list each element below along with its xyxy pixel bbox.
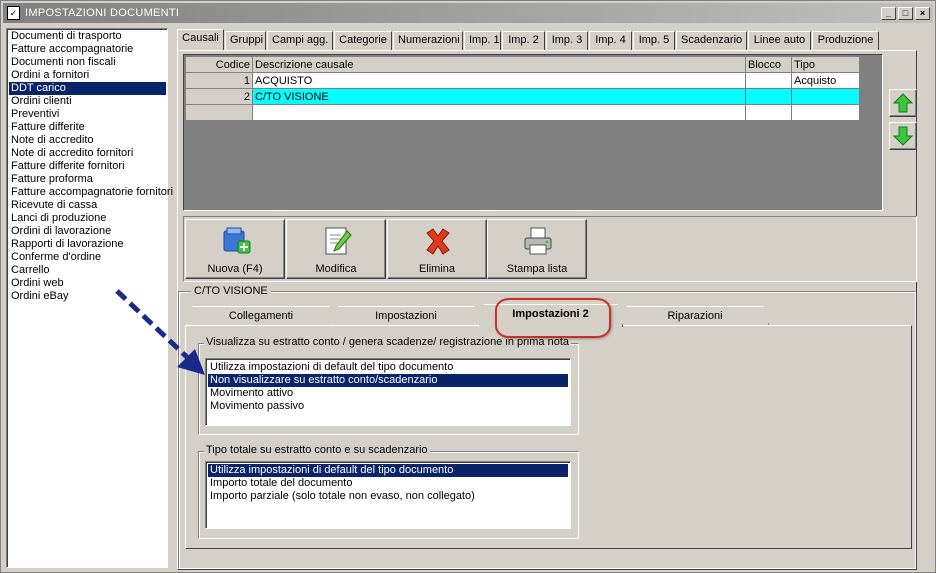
sidebar-item[interactable]: Lanci di produzione (11, 212, 106, 225)
sidebar-item[interactable]: Fatture differite fornitori (11, 160, 125, 173)
print-list-button[interactable]: Stampa lista (487, 219, 587, 279)
maximize-button[interactable]: □ (898, 7, 913, 20)
cell-descrizione[interactable]: C/TO VISIONE (252, 88, 746, 105)
move-down-button[interactable] (889, 122, 917, 150)
subtab-collegamenti[interactable]: Collegamenti (187, 306, 335, 326)
sidebar-item[interactable]: Note di accredito fornitori (11, 147, 133, 160)
blue-arrow-annotation (115, 289, 205, 375)
tab-imp-4[interactable]: Imp. 4 (589, 31, 632, 50)
cell-codice[interactable]: 2 (185, 88, 253, 105)
sidebar-item[interactable]: Ricevute di cassa (11, 199, 97, 212)
sidebar-item[interactable]: Fatture accompagnatorie fornitori (11, 186, 173, 199)
column-header-tipo[interactable]: Tipo (791, 56, 860, 73)
tab-imp-3[interactable]: Imp. 3 (546, 31, 588, 50)
close-button[interactable]: × (915, 7, 930, 20)
column-header-codice[interactable]: Codice (185, 56, 253, 73)
tab-linee-auto[interactable]: Linee auto (748, 31, 811, 50)
delete-x-icon (426, 228, 450, 255)
column-header-blocco[interactable]: Blocco (745, 56, 792, 73)
list-item[interactable]: Importo parziale (solo totale non evaso,… (208, 490, 568, 503)
print-list-button-label: Stampa lista (506, 263, 568, 275)
tab-numerazioni[interactable]: Numerazioni (393, 31, 463, 50)
cell-codice[interactable]: 1 (185, 72, 253, 89)
cell-tipo[interactable] (791, 88, 860, 105)
sidebar-item[interactable]: Fatture differite (11, 121, 85, 134)
green-down-arrow-icon (893, 126, 913, 146)
cell-tipo[interactable]: Acquisto (791, 72, 860, 89)
delete-button-label: Elimina (418, 263, 456, 275)
subtab-impostazioni-2[interactable]: Impostazioni 2 (478, 304, 623, 327)
list-item[interactable]: Utilizza impostazioni di default del tip… (208, 464, 568, 477)
tab-causali[interactable]: Causali (177, 29, 224, 50)
tab-campi-agg[interactable]: Campi agg. (267, 31, 333, 50)
column-header-descrizione[interactable]: Descrizione causale (252, 56, 746, 73)
table-row-new[interactable] (185, 104, 860, 121)
sidebar-item[interactable]: Preventivi (11, 108, 59, 121)
sidebar-item[interactable]: Conferme d'ordine (11, 251, 101, 264)
list-item[interactable]: Non visualizzare su estratto conto/scade… (208, 374, 568, 387)
sidebar-item[interactable]: Carrello (11, 264, 50, 277)
sidebar-item[interactable]: Ordini web (11, 277, 64, 290)
tab-imp-1[interactable]: Imp. 1 (464, 31, 501, 50)
causali-grid-area: Codice Descrizione causale Blocco Tipo 1… (183, 54, 883, 211)
subtab-riparazioni[interactable]: Riparazioni (621, 306, 769, 326)
delete-button[interactable]: Elimina (387, 219, 487, 279)
tab-imp-5[interactable]: Imp. 5 (633, 31, 675, 50)
title-bar[interactable]: ✓ IMPOSTAZIONI DOCUMENTI _ □ × (3, 3, 933, 23)
move-up-button[interactable] (889, 89, 917, 117)
list-item[interactable]: Utilizza impostazioni di default del tip… (208, 361, 568, 374)
sidebar-item[interactable]: Fatture accompagnatorie (11, 43, 133, 56)
tab-categorie[interactable]: Categorie (334, 31, 392, 50)
list-item[interactable]: Importo totale del documento (208, 477, 568, 490)
new-document-icon (223, 227, 251, 254)
cell-blocco[interactable] (745, 72, 792, 89)
tipo-totale-listbox[interactable]: Utilizza impostazioni di default del tip… (205, 461, 571, 529)
new-button-label: Nuova (F4) (207, 263, 263, 275)
cell-codice[interactable] (185, 104, 253, 121)
window-title: IMPOSTAZIONI DOCUMENTI (25, 7, 180, 19)
minimize-button[interactable]: _ (881, 7, 896, 20)
app-icon: ✓ (7, 6, 20, 20)
sidebar-item[interactable]: Documenti non fiscali (11, 56, 116, 69)
subtab-impostazioni[interactable]: Impostazioni (332, 306, 480, 326)
cell-tipo[interactable] (791, 104, 860, 121)
sidebar-item[interactable]: Ordini eBay (11, 290, 68, 303)
tab-imp-2[interactable]: Imp. 2 (502, 31, 545, 50)
causali-grid: Codice Descrizione causale Blocco Tipo 1… (185, 56, 860, 121)
list-item[interactable]: Movimento attivo (208, 387, 568, 400)
list-item[interactable]: Movimento passivo (208, 400, 568, 413)
sidebar-item[interactable]: Ordini clienti (11, 95, 72, 108)
tab-gruppi[interactable]: Gruppi (225, 31, 266, 50)
edit-document-icon (325, 227, 352, 255)
estratto-conto-groupbox-title: Visualizza su estratto conto / genera sc… (204, 336, 571, 348)
tab-scadenzario[interactable]: Scadenzario (676, 31, 747, 50)
sidebar-item[interactable]: Fatture proforma (11, 173, 93, 186)
green-up-arrow-icon (893, 93, 913, 113)
edit-button-label: Modifica (315, 263, 357, 275)
sidebar-item[interactable]: Ordini di lavorazione (11, 225, 111, 238)
cell-blocco[interactable] (745, 88, 792, 105)
cell-blocco[interactable] (745, 104, 792, 121)
cell-descrizione[interactable] (252, 104, 746, 121)
sidebar-item[interactable]: Rapporti di lavorazione (11, 238, 124, 251)
sidebar-item[interactable]: Ordini a fornitori (11, 69, 89, 82)
tipo-totale-groupbox-title: Tipo totale su estratto conto e su scade… (204, 444, 430, 456)
sidebar-item[interactable]: DDT carico (9, 82, 166, 95)
estratto-conto-listbox[interactable]: Utilizza impostazioni di default del tip… (205, 358, 571, 426)
cell-descrizione[interactable]: ACQUISTO (252, 72, 746, 89)
sidebar-item[interactable]: Documenti di trasporto (11, 30, 122, 43)
printer-icon (524, 227, 552, 255)
new-button[interactable]: Nuova (F4) (185, 219, 285, 279)
grid-header-row: Codice Descrizione causale Blocco Tipo (185, 56, 860, 73)
edit-button[interactable]: Modifica (286, 219, 386, 279)
tab-produzione[interactable]: Produzione (812, 31, 879, 50)
sidebar-item[interactable]: Note di accredito (11, 134, 94, 147)
settings-window: ✓ IMPOSTAZIONI DOCUMENTI _ □ × Documenti… (0, 0, 936, 573)
table-row-selected[interactable]: 2 C/TO VISIONE (185, 88, 860, 105)
table-row[interactable]: 1 ACQUISTO Acquisto (185, 72, 860, 89)
